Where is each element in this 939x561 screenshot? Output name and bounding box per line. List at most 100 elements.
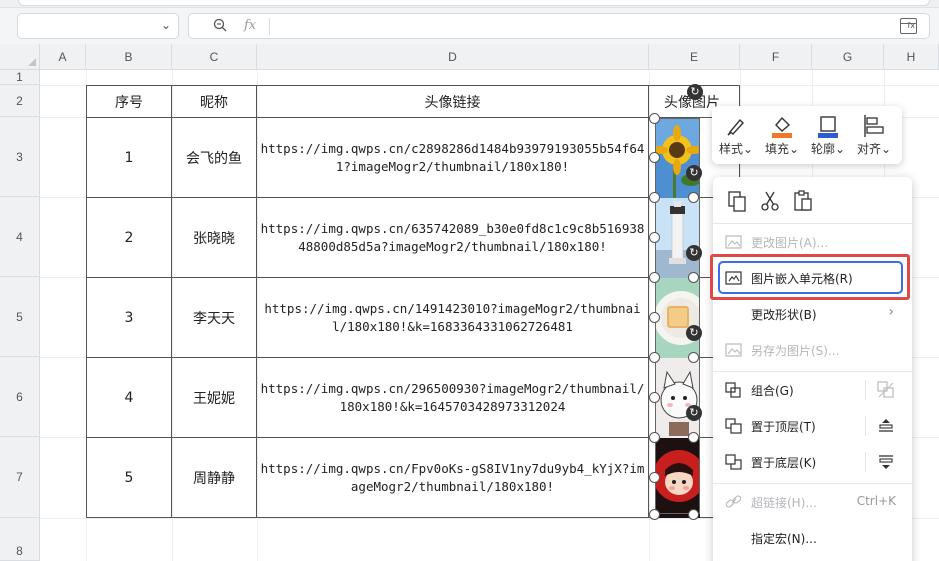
col-header-a[interactable]: A xyxy=(40,44,86,70)
header-cell-nickname[interactable]: 昵称 xyxy=(172,86,257,118)
link-icon xyxy=(725,494,743,510)
resize-handle[interactable] xyxy=(688,272,699,283)
cell-url[interactable]: https://img.qwps.cn/c2898286d1484b939791… xyxy=(257,118,649,198)
align-label: 对齐 xyxy=(856,142,881,156)
name-box[interactable]: ⌄ xyxy=(17,13,179,39)
menu-item-send-to-back[interactable]: 置于底层(K) xyxy=(713,445,912,479)
outline-icon xyxy=(818,116,838,138)
formula-input[interactable]: fx fx xyxy=(188,13,930,39)
cell-url[interactable]: https://img.qwps.cn/1491423010?imageMogr… xyxy=(257,278,649,358)
header-cell-index[interactable]: 序号 xyxy=(87,86,172,118)
cell-nickname[interactable]: 李天天 xyxy=(172,278,257,358)
resize-handle[interactable] xyxy=(649,472,660,483)
align-button[interactable]: 对齐⌄ xyxy=(854,112,894,160)
chevron-right-icon: › xyxy=(888,304,894,320)
resize-handle[interactable] xyxy=(688,432,699,443)
brush-icon xyxy=(727,118,744,136)
align-icon xyxy=(864,115,884,137)
header-cell-avatar-url[interactable]: 头像链接 xyxy=(257,86,649,118)
cell-nickname[interactable]: 周静静 xyxy=(172,438,257,518)
resize-handle[interactable] xyxy=(649,232,660,243)
zoom-icon[interactable] xyxy=(213,18,227,36)
fill-label: 填充 xyxy=(764,142,789,156)
expand-formula-icon[interactable]: fx xyxy=(900,18,917,34)
picture-icon xyxy=(725,234,743,250)
row-header-2[interactable]: 2 xyxy=(0,85,40,117)
resize-handle[interactable] xyxy=(649,392,660,403)
cell-index[interactable]: 1 xyxy=(87,118,172,198)
row-header-4[interactable]: 4 xyxy=(0,197,40,277)
cell-nickname[interactable]: 张晓晓 xyxy=(172,198,257,278)
cell-url[interactable]: https://img.qwps.cn/296500930?imageMogr2… xyxy=(257,358,649,438)
cell-url[interactable]: https://img.qwps.cn/Fpv0oKs-gS8IV1ny7du9… xyxy=(257,438,649,518)
menu-item-bring-to-front[interactable]: 置于顶层(T) xyxy=(713,409,912,443)
copy-icon[interactable] xyxy=(725,189,749,213)
rotate-handle-icon[interactable]: ↻ xyxy=(686,405,702,421)
rotate-handle-icon[interactable]: ↻ xyxy=(686,325,702,341)
col-header-b[interactable]: B xyxy=(86,44,172,70)
resize-handle[interactable] xyxy=(649,152,660,163)
row-header-3[interactable]: 3 xyxy=(0,117,40,197)
resize-handle[interactable] xyxy=(688,352,699,363)
row-header-5[interactable]: 5 xyxy=(0,277,40,357)
send-to-back-icon xyxy=(725,454,743,470)
fill-button[interactable]: 填充⌄ xyxy=(762,112,802,160)
col-header-e[interactable]: E xyxy=(649,44,740,70)
cell-url[interactable]: https://img.qwps.cn/635742089_b30e0fd8c1… xyxy=(257,198,649,278)
resize-handle[interactable] xyxy=(649,509,660,520)
row-header-6[interactable]: 6 xyxy=(0,357,40,437)
cell-index[interactable]: 2 xyxy=(87,198,172,278)
rotate-handle-icon[interactable]: ↻ xyxy=(686,165,702,181)
resize-handle[interactable] xyxy=(649,432,660,443)
fx-icon[interactable]: fx xyxy=(244,18,256,33)
resize-handle[interactable] xyxy=(688,192,699,203)
menu-item-group[interactable]: 组合(G) xyxy=(713,373,912,407)
ungroup-icon[interactable] xyxy=(877,381,895,399)
resize-handle[interactable] xyxy=(649,352,660,363)
cut-icon[interactable] xyxy=(758,189,782,213)
outline-label: 轮廓 xyxy=(810,142,835,156)
cell-nickname[interactable]: 王妮妮 xyxy=(172,358,257,438)
cell-index[interactable]: 5 xyxy=(87,438,172,518)
col-header-c[interactable]: C xyxy=(172,44,257,70)
resize-handle[interactable] xyxy=(649,312,660,323)
menu-item-assign-macro[interactable]: 指定宏(N)... xyxy=(713,521,912,555)
send-backward-icon[interactable] xyxy=(877,453,895,471)
highlight-focus-frame xyxy=(718,261,903,294)
top-strip xyxy=(0,0,939,8)
resize-handle[interactable] xyxy=(649,192,660,203)
outline-button[interactable]: 轮廓⌄ xyxy=(808,112,848,160)
row-header-1[interactable]: 1 xyxy=(0,70,40,85)
menu-item-save-as-picture[interactable]: 另存为图片(S)... xyxy=(713,333,912,367)
chevron-down-icon[interactable]: ⌄ xyxy=(161,18,171,32)
group-icon xyxy=(725,382,743,398)
formula-bar: ⌄ fx fx xyxy=(0,8,939,44)
menu-item-hyperlink[interactable]: 超链接(H)... Ctrl+K xyxy=(713,485,912,519)
cell-index[interactable]: 4 xyxy=(87,358,172,438)
rotate-handle-icon[interactable]: ↻ xyxy=(686,245,702,261)
menu-item-change-shape[interactable]: 更改形状(B) › xyxy=(713,297,912,331)
floating-toolbar: 样式⌄ 填充⌄ 轮廓⌄ 对齐⌄ xyxy=(712,106,902,164)
row-header-8[interactable]: 8 xyxy=(0,518,40,561)
save-picture-icon xyxy=(725,342,743,358)
col-header-f[interactable]: F xyxy=(740,44,812,70)
style-label: 样式 xyxy=(718,142,743,156)
resize-handle[interactable] xyxy=(649,272,660,283)
col-header-d[interactable]: D xyxy=(257,44,649,70)
resize-handle[interactable] xyxy=(688,509,699,520)
rotate-handle-icon[interactable]: ↻ xyxy=(687,84,703,100)
style-button[interactable]: 样式⌄ xyxy=(716,112,756,160)
bring-to-front-icon xyxy=(725,418,743,434)
clipboard-row xyxy=(713,177,912,223)
cell-index[interactable]: 3 xyxy=(87,278,172,358)
row-header-7[interactable]: 7 xyxy=(0,437,40,518)
col-header-h[interactable]: H xyxy=(884,44,939,70)
cell-nickname[interactable]: 会飞的鱼 xyxy=(172,118,257,198)
bring-forward-icon[interactable] xyxy=(877,417,895,435)
paste-icon[interactable] xyxy=(791,189,815,213)
paint-bucket-icon xyxy=(772,116,792,138)
resize-handle[interactable] xyxy=(649,113,660,124)
col-header-g[interactable]: G xyxy=(812,44,884,70)
select-all-corner[interactable] xyxy=(0,44,40,70)
context-menu: 更改图片(A)... 图片嵌入单元格(R) 更改形状(B) › 另存为图片(S)… xyxy=(713,177,912,561)
